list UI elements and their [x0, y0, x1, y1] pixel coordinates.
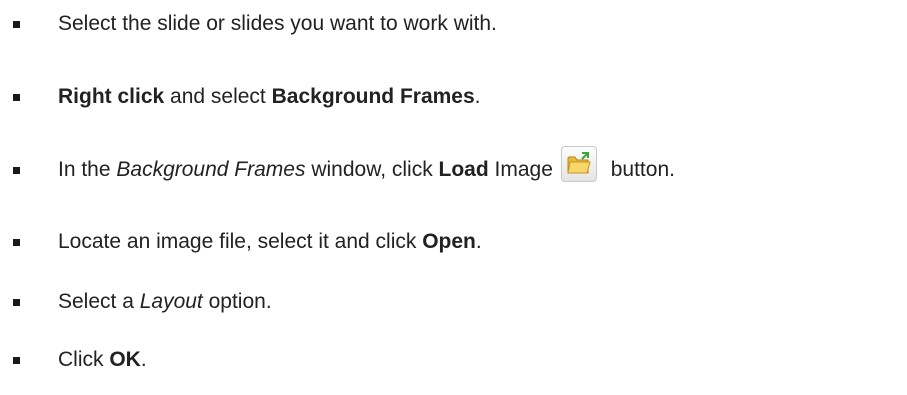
bold-term: Right click	[58, 85, 165, 108]
square-bullet-icon	[13, 357, 20, 364]
bold-term: Background Frames	[271, 85, 475, 108]
step-text: option.	[202, 290, 272, 313]
step-4-text: Locate an image file, select it and clic…	[58, 230, 482, 254]
step-text: Click	[58, 348, 110, 371]
folder-open-icon	[567, 152, 591, 174]
step-2-text: Right click and select Background Frames…	[58, 85, 481, 109]
list-item: Right click and select Background Frames…	[0, 77, 907, 117]
step-6-text: Click OK.	[58, 348, 147, 372]
italic-term: Background Frames	[116, 158, 306, 181]
list-item: Select a Layout option.	[0, 282, 907, 322]
step-text: Select a	[58, 290, 140, 313]
step-text: .	[475, 230, 482, 253]
step-text: Image	[488, 158, 553, 181]
list-item: In the Background Frames window, click L…	[0, 146, 907, 190]
square-bullet-icon	[13, 239, 20, 246]
step-3-text: In the Background Frames window, click L…	[58, 146, 675, 188]
step-text: Select the slide or slides you want to w…	[58, 12, 497, 35]
square-bullet-icon	[13, 167, 20, 174]
step-5-text: Select a Layout option.	[58, 290, 272, 314]
step-text: button.	[604, 158, 675, 181]
list-item: Click OK.	[0, 340, 907, 380]
step-text: and select	[164, 85, 272, 108]
step-1-text: Select the slide or slides you want to w…	[58, 12, 497, 36]
step-text: Locate an image file, select it and clic…	[58, 230, 423, 253]
square-bullet-icon	[13, 94, 20, 101]
list-item: Select the slide or slides you want to w…	[0, 4, 907, 44]
list-item: Locate an image file, select it and clic…	[0, 222, 907, 262]
bold-term: OK	[109, 348, 141, 371]
step-text: window, click	[305, 158, 439, 181]
bold-term: Open	[422, 230, 476, 253]
step-text: .	[474, 85, 481, 108]
square-bullet-icon	[13, 21, 20, 28]
bold-term: Load	[438, 158, 489, 181]
load-image-button-icon	[560, 146, 597, 182]
step-text: In the	[58, 158, 117, 181]
square-bullet-icon	[13, 299, 20, 306]
step-text: .	[140, 348, 147, 371]
italic-term: Layout	[139, 290, 203, 313]
